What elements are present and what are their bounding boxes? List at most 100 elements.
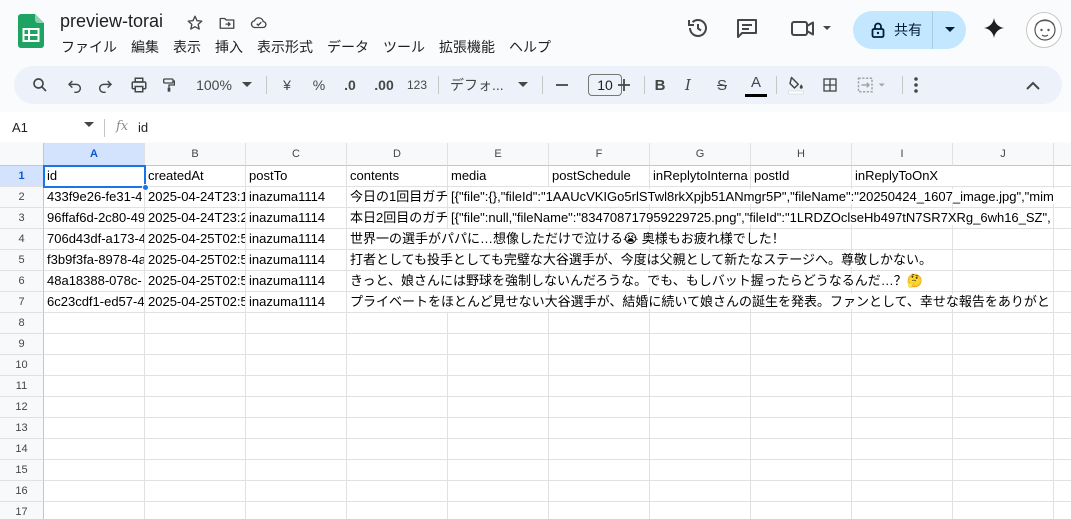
table-cell[interactable] [549,397,650,418]
table-cell[interactable] [1054,481,1071,502]
print-icon[interactable] [126,66,152,104]
table-cell[interactable] [549,460,650,481]
search-menu-icon[interactable] [26,66,54,104]
row-header[interactable]: 12 [0,397,44,418]
table-cell[interactable] [650,334,751,355]
table-cell[interactable]: contents [347,166,448,187]
table-cell[interactable] [650,481,751,502]
table-cell[interactable] [145,334,246,355]
table-cell[interactable] [953,397,1054,418]
decrease-decimal-button[interactable]: .0 [338,66,362,104]
table-cell[interactable] [549,502,650,519]
table-cell[interactable] [650,418,751,439]
table-cell[interactable] [448,481,549,502]
table-cell[interactable] [549,439,650,460]
table-cell[interactable]: inazuma1114 [246,292,347,313]
currency-format-button[interactable]: ¥ [276,66,298,104]
row-header[interactable]: 5 [0,250,44,271]
table-cell[interactable]: 2025-04-25T02:5 [145,250,246,271]
table-cell[interactable] [1054,439,1071,460]
column-header-a[interactable]: A [44,143,145,166]
row-header[interactable]: 15 [0,460,44,481]
text-color-button[interactable]: A [744,66,768,104]
table-cell[interactable] [448,439,549,460]
table-cell[interactable] [246,439,347,460]
table-cell[interactable] [246,355,347,376]
table-cell[interactable] [1054,460,1071,481]
avatar[interactable] [1026,12,1062,48]
increase-decimal-button[interactable]: .00 [370,66,398,104]
collapse-toolbar-icon[interactable] [1020,66,1046,104]
table-cell[interactable] [44,439,145,460]
table-cell[interactable] [953,334,1054,355]
table-cell[interactable]: 2025-04-25T02:5 [145,229,246,250]
table-cell[interactable] [44,313,145,334]
share-dropdown-icon[interactable] [933,11,966,49]
table-cell[interactable] [852,334,953,355]
table-cell[interactable]: media [448,166,549,187]
paint-format-icon[interactable] [156,66,182,104]
zoom-select[interactable]: 100% [190,66,238,104]
table-cell[interactable] [549,481,650,502]
redo-icon[interactable] [92,66,118,104]
table-cell[interactable]: 48a18388-078c- [44,271,145,292]
fill-handle[interactable] [142,184,149,191]
table-cell[interactable]: 世界一の選手がパパに…想像しただけで泣ける😭 奥様もお疲れ様でした！ [347,229,1071,250]
table-cell[interactable] [751,397,852,418]
table-cell[interactable] [751,460,852,481]
row-header[interactable]: 11 [0,376,44,397]
table-cell[interactable] [448,376,549,397]
table-cell[interactable] [44,376,145,397]
table-cell[interactable] [549,418,650,439]
table-cell[interactable] [448,397,549,418]
menu-edit[interactable]: 編集 [124,37,166,57]
table-cell[interactable] [852,313,953,334]
table-cell[interactable] [852,418,953,439]
table-cell[interactable]: 6c23cdf1-ed57-4 [44,292,145,313]
menu-format[interactable]: 表示形式 [250,37,320,57]
table-cell[interactable] [145,418,246,439]
table-cell[interactable]: postId [751,166,852,187]
table-cell[interactable]: f3b9f3fa-8978-4a [44,250,145,271]
table-cell[interactable]: inazuma1114 [246,271,347,292]
table-cell[interactable]: id [44,166,145,187]
table-cell[interactable]: 2025-04-25T02:5 [145,271,246,292]
row-header[interactable]: 2 [0,187,44,208]
table-cell[interactable] [246,481,347,502]
decrease-font-size-icon[interactable] [550,66,574,104]
table-cell[interactable] [448,460,549,481]
table-cell[interactable]: 本日2回目のガチ [347,208,448,229]
table-cell[interactable] [347,334,448,355]
cloud-status-icon[interactable] [248,12,270,34]
table-cell[interactable] [751,355,852,376]
table-cell[interactable]: [{"file":null,"fileName":"83470871795922… [448,208,1071,229]
table-cell[interactable] [1054,502,1071,519]
table-cell[interactable] [347,376,448,397]
column-header-e[interactable]: E [448,143,549,166]
table-cell[interactable] [751,313,852,334]
row-header[interactable]: 10 [0,355,44,376]
table-cell[interactable]: 96ffaf6d-2c80-49 [44,208,145,229]
table-cell[interactable] [1054,376,1071,397]
table-cell[interactable] [953,502,1054,519]
table-cell[interactable]: createdAt [145,166,246,187]
column-header-f[interactable]: F [549,143,650,166]
share-main[interactable]: 共有 [853,11,933,49]
table-cell[interactable] [751,418,852,439]
table-cell[interactable]: 2025-04-24T23:1 [145,187,246,208]
table-cell[interactable] [650,313,751,334]
row-header[interactable]: 1 [0,166,44,187]
fill-color-icon[interactable] [784,66,808,104]
row-header[interactable]: 16 [0,481,44,502]
percent-format-button[interactable]: % [308,66,330,104]
table-cell[interactable]: 2025-04-24T23:2 [145,208,246,229]
table-cell[interactable] [751,439,852,460]
table-cell[interactable] [246,460,347,481]
table-cell[interactable] [852,502,953,519]
table-cell[interactable] [549,355,650,376]
table-cell[interactable] [1054,397,1071,418]
row-header[interactable]: 6 [0,271,44,292]
menu-file[interactable]: ファイル [54,37,124,57]
row-header[interactable]: 3 [0,208,44,229]
table-cell[interactable] [751,334,852,355]
